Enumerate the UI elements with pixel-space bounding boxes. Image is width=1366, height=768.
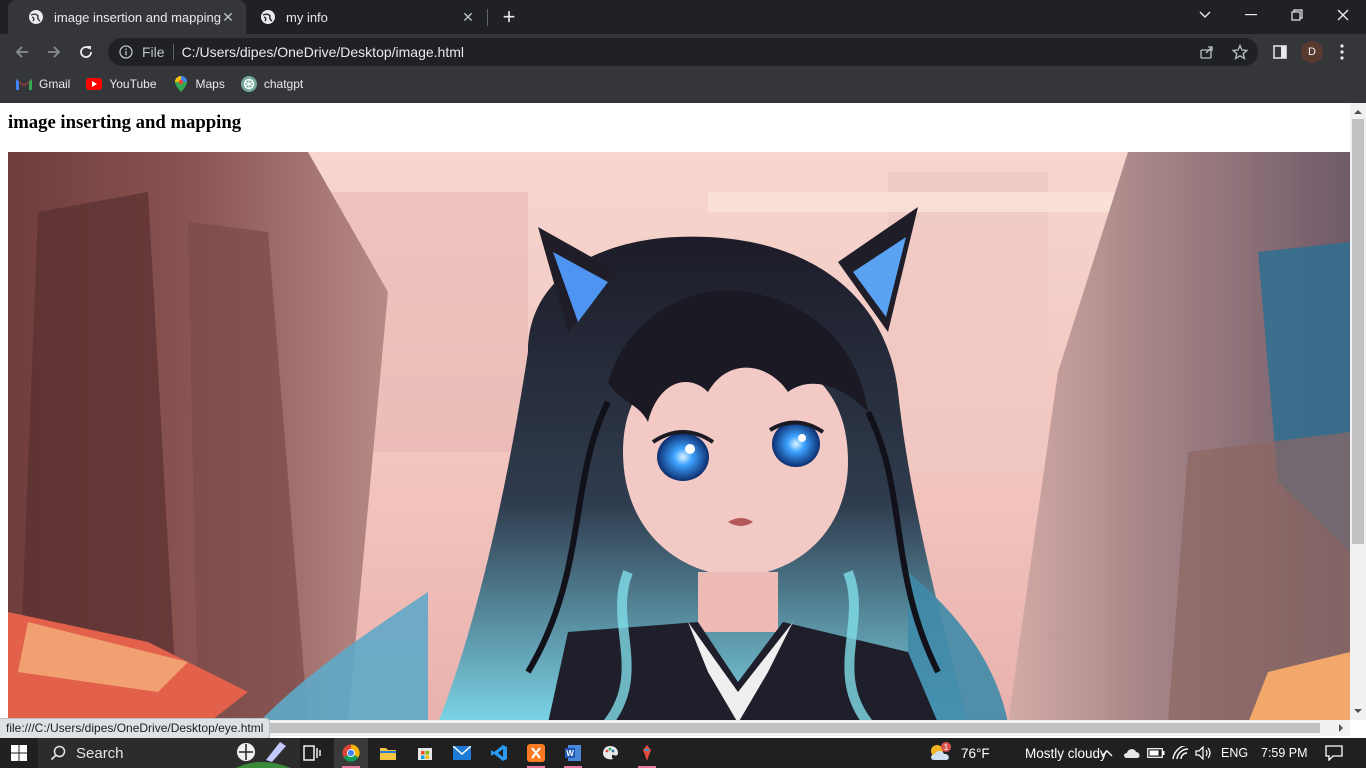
address-divider — [172, 44, 174, 60]
file-scheme-label: File — [142, 44, 165, 60]
page-heading: image inserting and mapping — [8, 112, 242, 133]
paint-icon[interactable] — [593, 738, 627, 768]
weather-badge: 1 — [944, 743, 949, 752]
page-content: image inserting and mapping — [0, 103, 1350, 723]
bookmark-label: Maps — [195, 77, 225, 91]
tab-search-button[interactable] — [1182, 0, 1228, 30]
search-label: Search — [76, 744, 124, 762]
new-tab-button[interactable]: + — [498, 6, 520, 28]
restore-button[interactable] — [1274, 0, 1320, 30]
minimize-button[interactable] — [1228, 0, 1274, 30]
bookmark-star-icon[interactable] — [1232, 44, 1248, 60]
scroll-down-arrow-icon[interactable] — [1350, 704, 1366, 718]
forward-button[interactable] — [40, 38, 68, 66]
browser-chrome: image insertion and mapping ✕ my info ✕ … — [0, 0, 1366, 103]
weather-description[interactable]: Mostly cloudy — [1025, 738, 1107, 768]
globe-icon — [260, 9, 276, 25]
bookmarks-bar: Gmail YouTube Maps chatgpt — [0, 70, 1366, 98]
scroll-right-arrow-icon[interactable] — [1334, 720, 1348, 736]
tab-title: my info — [286, 9, 328, 25]
task-view-icon[interactable] — [295, 738, 329, 768]
windows-logo-icon — [11, 745, 27, 761]
pin-app-icon[interactable] — [630, 738, 664, 768]
bookmark-gmail[interactable]: Gmail — [16, 76, 70, 92]
bookmark-maps[interactable]: Maps — [173, 76, 225, 92]
weather-icon[interactable]: 1 — [928, 738, 954, 768]
tab-image-insertion[interactable]: image insertion and mapping ✕ — [8, 0, 246, 34]
anime-girl-image[interactable] — [8, 152, 1350, 723]
horizontal-scroll-thumb[interactable] — [270, 723, 1320, 733]
back-button[interactable] — [8, 38, 36, 66]
store-icon[interactable] — [408, 738, 442, 768]
globe-icon — [28, 9, 44, 25]
close-tab-icon[interactable]: ✕ — [220, 9, 236, 25]
word-icon[interactable]: W — [556, 738, 590, 768]
reload-button[interactable] — [72, 38, 100, 66]
scroll-up-arrow-icon[interactable] — [1350, 105, 1366, 119]
share-icon[interactable] — [1199, 44, 1215, 60]
maps-icon — [173, 76, 189, 92]
bookmark-label: Gmail — [39, 77, 71, 91]
url-text[interactable]: C:/Users/dipes/OneDrive/Desktop/image.ht… — [182, 44, 464, 60]
bookmark-label: chatgpt — [263, 77, 304, 91]
tab-my-info[interactable]: my info ✕ — [246, 0, 486, 34]
bookmark-chatgpt[interactable]: chatgpt — [240, 76, 304, 92]
side-panel-icon[interactable] — [1266, 38, 1294, 66]
info-icon[interactable] — [118, 44, 134, 60]
bookmark-youtube[interactable]: YouTube — [86, 76, 157, 92]
weather-temperature[interactable]: 76°F — [961, 738, 990, 768]
youtube-icon — [86, 76, 103, 92]
chrome-taskbar-icon[interactable] — [334, 738, 368, 768]
vertical-scroll-thumb[interactable] — [1352, 119, 1364, 544]
gmail-icon — [16, 76, 32, 92]
chevron-up-icon[interactable] — [1098, 738, 1116, 768]
wifi-icon[interactable] — [1170, 738, 1192, 768]
menu-kebab-icon[interactable] — [1328, 38, 1356, 66]
chatgpt-icon — [240, 76, 257, 92]
start-button[interactable] — [0, 738, 38, 768]
xampp-icon[interactable] — [519, 738, 553, 768]
tab-separator — [487, 9, 488, 26]
close-tab-icon[interactable]: ✕ — [460, 9, 476, 25]
tab-title: image insertion and mapping — [54, 9, 221, 25]
search-icon — [50, 745, 66, 761]
search-highlight-icon — [236, 742, 291, 768]
svg-text:W: W — [566, 749, 574, 758]
tab-strip: image insertion and mapping ✕ my info ✕ … — [0, 0, 1366, 34]
vertical-scrollbar[interactable] — [1350, 103, 1366, 720]
toolbar: File C:/Users/dipes/OneDrive/Desktop/ima… — [0, 34, 1366, 70]
vscode-icon[interactable] — [482, 738, 516, 768]
windows-taskbar: Search W 1 76°F Mostly cloudy ENG 7:59 P… — [0, 738, 1366, 768]
battery-icon[interactable] — [1145, 738, 1167, 768]
notifications-icon[interactable] — [1322, 738, 1346, 768]
file-explorer-icon[interactable] — [371, 738, 405, 768]
taskbar-search[interactable]: Search — [38, 738, 300, 768]
bookmark-label: YouTube — [109, 77, 157, 91]
mail-icon[interactable] — [445, 738, 479, 768]
address-bar[interactable]: File C:/Users/dipes/OneDrive/Desktop/ima… — [108, 38, 1258, 66]
link-status-bubble: file:///C:/Users/dipes/OneDrive/Desktop/… — [0, 718, 271, 738]
volume-icon[interactable] — [1193, 738, 1215, 768]
language-indicator[interactable]: ENG — [1221, 738, 1248, 768]
clock-time[interactable]: 7:59 PM — [1261, 738, 1308, 768]
close-window-button[interactable] — [1320, 0, 1366, 30]
profile-avatar[interactable]: D — [1301, 41, 1323, 63]
onedrive-cloud-icon[interactable] — [1121, 738, 1143, 768]
